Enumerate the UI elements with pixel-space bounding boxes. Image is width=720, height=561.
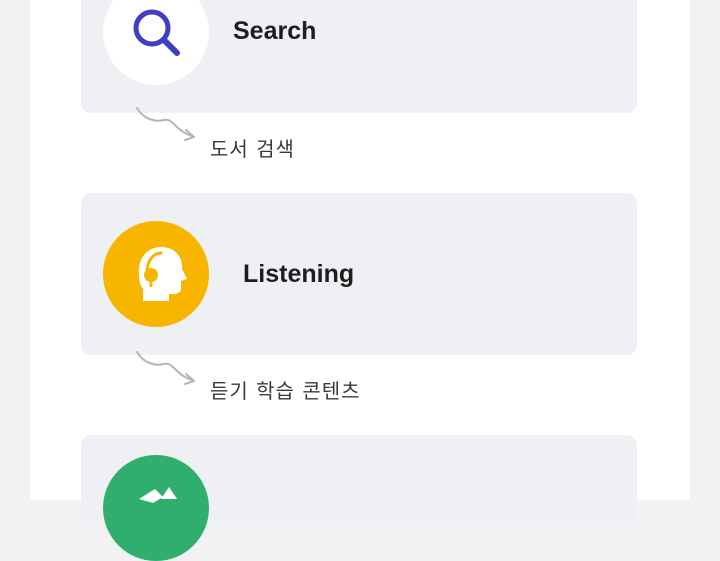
search-card[interactable]: Search <box>81 0 637 113</box>
search-caption: 도서 검색 <box>210 137 295 161</box>
search-icon-circle <box>103 0 209 85</box>
third-icon-circle <box>103 455 209 561</box>
curved-arrow-icon <box>136 107 195 141</box>
listening-icon-circle <box>103 221 209 327</box>
book-share-icon <box>139 487 177 503</box>
content-panel: Search 도서 검색 Listening 듣기 학습 콘텐츠 <box>30 0 690 561</box>
headset-head-icon <box>138 247 187 301</box>
search-icon <box>133 9 180 56</box>
listening-caption: 듣기 학습 콘텐츠 <box>210 379 361 403</box>
search-label: Search <box>233 17 317 45</box>
listening-card[interactable]: Listening <box>81 193 637 355</box>
third-card[interactable] <box>81 435 637 561</box>
listening-label: Listening <box>243 260 355 288</box>
curved-arrow-icon <box>136 351 195 385</box>
